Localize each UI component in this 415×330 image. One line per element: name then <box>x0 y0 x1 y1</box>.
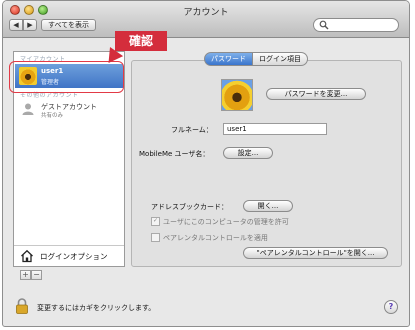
lock-icon[interactable] <box>15 298 29 314</box>
account-item-guest[interactable]: ゲストアカウント 共有のみ <box>15 99 123 121</box>
house-icon <box>21 249 33 263</box>
tab-bar: パスワード ログイン項目 <box>204 52 308 66</box>
accounts-window: アカウント ◀ ▶ すべてを表示 マイアカウント user1 管理者 その他のア… <box>2 0 410 327</box>
window-title: アカウント <box>183 8 229 18</box>
lock-text: 変更するにはカギをクリックします。 <box>37 304 156 312</box>
tab-login-items[interactable]: ログイン項目 <box>253 52 308 66</box>
search-icon <box>319 20 329 30</box>
add-account-button[interactable]: + <box>20 270 31 280</box>
bottom-bar: 変更するにはカギをクリックします。 ? <box>3 286 409 326</box>
remove-account-button[interactable]: − <box>31 270 42 280</box>
tab-password[interactable]: パスワード <box>204 52 253 66</box>
parental-checkbox-row[interactable]: ペアレンタルコントロールを適用 <box>151 232 268 243</box>
guest-user-icon <box>22 103 34 115</box>
allow-admin-label: ユーザにこのコンピュータの管理を許可 <box>163 218 289 226</box>
login-options-item[interactable]: ログインオプション <box>14 245 124 266</box>
account-status: 共有のみ <box>41 113 64 119</box>
fullname-field[interactable]: user1 <box>223 123 327 135</box>
back-button[interactable]: ◀ <box>9 19 23 31</box>
help-icon[interactable]: ? <box>384 300 398 314</box>
user-picture[interactable] <box>221 79 253 111</box>
search-input[interactable] <box>313 18 399 32</box>
fullname-label: フルネーム： <box>171 126 213 134</box>
forward-button[interactable]: ▶ <box>23 19 37 31</box>
mobileme-settings-button[interactable]: 設定... <box>223 147 273 159</box>
allow-admin-checkbox-row[interactable]: ✓ ユーザにこのコンピュータの管理を許可 <box>151 216 289 227</box>
parental-label: ペアレンタルコントロールを適用 <box>163 234 268 242</box>
allow-admin-checkbox[interactable]: ✓ <box>151 216 160 226</box>
parental-checkbox[interactable] <box>151 232 160 242</box>
show-all-button[interactable]: すべてを表示 <box>41 19 96 31</box>
addressbook-label: アドレスブックカード： <box>151 203 228 211</box>
title-bar: アカウント ◀ ▶ すべてを表示 <box>3 1 409 38</box>
login-options-label: ログインオプション <box>40 252 108 261</box>
open-parental-controls-button[interactable]: "ペアレンタルコントロール"を開く... <box>243 247 388 259</box>
mobileme-label: MobileMe ユーザ名： <box>139 150 210 158</box>
change-password-button[interactable]: パスワードを変更... <box>266 88 366 100</box>
confirm-callout: 確認 <box>115 31 167 51</box>
addressbook-open-button[interactable]: 開く... <box>243 200 293 212</box>
user-highlight-box <box>9 61 124 93</box>
